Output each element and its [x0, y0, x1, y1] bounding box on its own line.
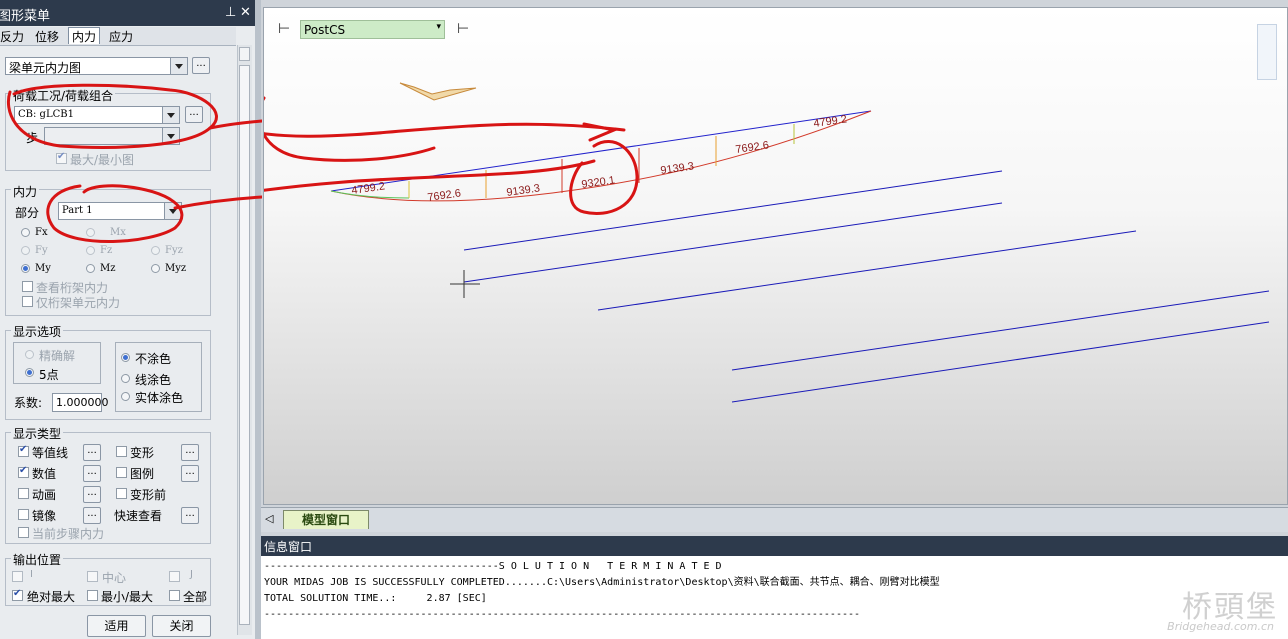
beam-line [597, 230, 1137, 311]
moment-value-label: 9139.3 [506, 182, 541, 199]
moment-value-label: 4799.2 [813, 113, 848, 130]
log-line: ---------------------------------------S… [264, 561, 722, 572]
annotation-arrow [264, 122, 626, 138]
annotation-arrow-part [173, 195, 262, 210]
annotation-loop-part [46, 184, 184, 243]
annotation-loop-load-case [6, 83, 218, 149]
moment-value-label: 7692.6 [427, 187, 462, 204]
log-line: ----------------------------------------… [264, 609, 861, 620]
annotation-arrow-head [582, 122, 620, 142]
model-view[interactable]: ⊢ PostCS ▾ ⊢ 4799.2 7692.6 9139.3 9320.1… [263, 7, 1288, 505]
moment-diagram: 4799.2 7692.6 9139.3 9320.1 9139.3 7692.… [264, 82, 1270, 403]
tab-scroll-left-icon[interactable]: ◁ [265, 512, 273, 525]
info-window[interactable]: ---------------------------------------S… [261, 556, 1288, 639]
panel-annotations [6, 83, 262, 243]
moment-value-label: 7692.6 [735, 139, 770, 156]
tab-model-window[interactable]: 模型窗口 [283, 510, 369, 529]
beam-line [731, 290, 1270, 371]
view-tab-bar: ◁ 模型窗口 [261, 507, 1288, 532]
moment-value-label: 9139.3 [660, 160, 695, 177]
info-window-title: 信息窗口 [264, 540, 313, 554]
beam-line [731, 321, 1270, 403]
info-window-title-bar: 信息窗口 [261, 536, 1288, 556]
log-line: TOTAL SOLUTION TIME..: 2.87 [SEC] [264, 593, 487, 604]
log-line: YOUR MIDAS JOB IS SUCCESSFULLY COMPLETED… [264, 577, 940, 588]
beam-line [463, 202, 1003, 283]
beam-line [463, 170, 1003, 251]
tiny-model-sketch [399, 82, 477, 101]
moment-value-label: 9320.1 [581, 174, 616, 191]
moment-value-label: 4799.2 [351, 180, 386, 197]
watermark-url: Bridgehead.com.cn [1167, 620, 1274, 633]
annotation-arrow [208, 119, 262, 130]
